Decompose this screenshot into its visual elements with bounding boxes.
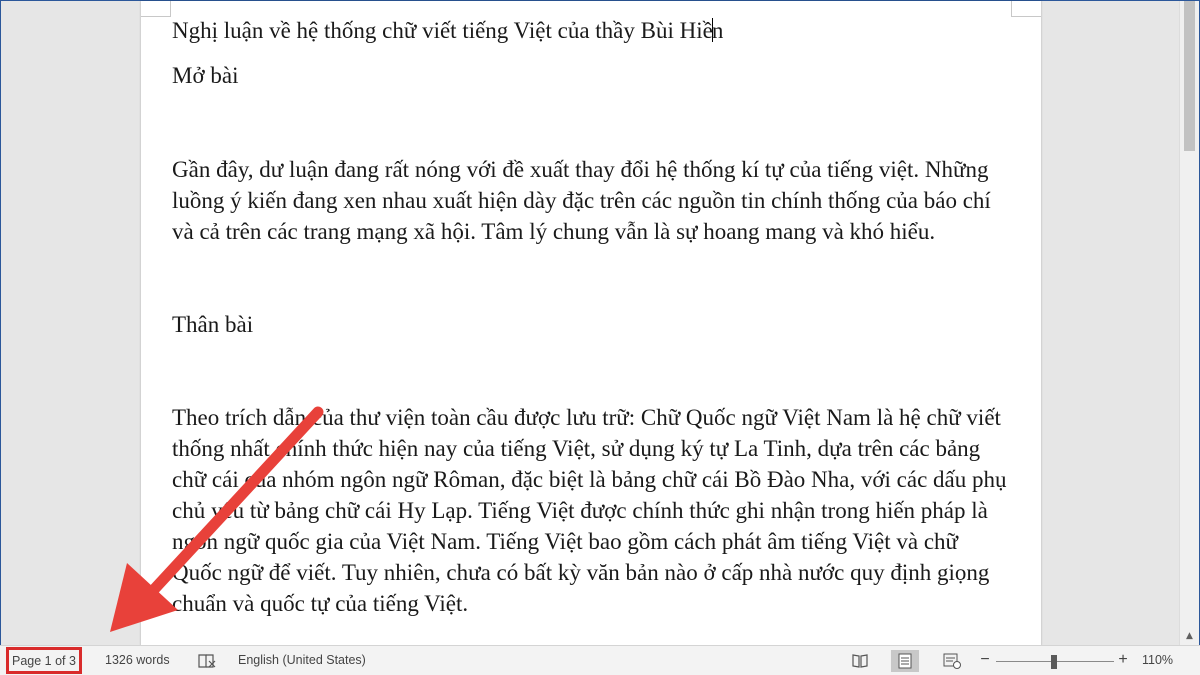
read-mode-icon: [852, 654, 868, 668]
document-title[interactable]: Nghị luận về hệ thống chữ viết tiếng Việ…: [172, 15, 1012, 46]
status-bar: Page 1 of 3 1326 words English (United S…: [0, 645, 1200, 675]
print-layout-button[interactable]: [891, 650, 919, 672]
vertical-scrollbar[interactable]: ▲: [1179, 1, 1199, 646]
document-page[interactable]: Nghị luận về hệ thống chữ viết tiếng Việ…: [141, 1, 1041, 646]
zoom-slider-thumb[interactable]: [1051, 655, 1057, 669]
body-paragraph[interactable]: Theo trích dẫn của thư viện toàn cầu đượ…: [172, 402, 1012, 619]
read-mode-button[interactable]: [846, 650, 874, 672]
heading-intro[interactable]: Mở bài: [172, 60, 1012, 91]
scrollbar-thumb[interactable]: [1184, 1, 1195, 151]
zoom-out-button[interactable]: −: [978, 646, 992, 675]
zoom-level-indicator[interactable]: 110%: [1142, 646, 1173, 675]
document-body[interactable]: Nghị luận về hệ thống chữ viết tiếng Việ…: [172, 15, 1012, 619]
web-layout-button[interactable]: [938, 650, 966, 672]
web-layout-icon: [943, 653, 961, 669]
document-workspace: Nghị luận về hệ thống chữ viết tiếng Việ…: [0, 0, 1200, 646]
intro-paragraph[interactable]: Gần đây, dư luận đang rất nóng với đề xu…: [172, 154, 1012, 247]
word-count-indicator[interactable]: 1326 words: [105, 646, 170, 675]
zoom-in-button[interactable]: +: [1116, 646, 1130, 675]
page-corner-mark-left: [141, 1, 171, 17]
heading-body[interactable]: Thân bài: [172, 309, 1012, 340]
print-layout-icon: [898, 653, 912, 669]
page-corner-mark-right: [1011, 1, 1041, 17]
language-indicator[interactable]: English (United States): [238, 646, 366, 675]
page-count-indicator[interactable]: Page 1 of 3: [6, 647, 82, 674]
scroll-down-arrow-icon[interactable]: ▲: [1180, 626, 1199, 646]
proofing-book-icon[interactable]: [197, 652, 217, 670]
